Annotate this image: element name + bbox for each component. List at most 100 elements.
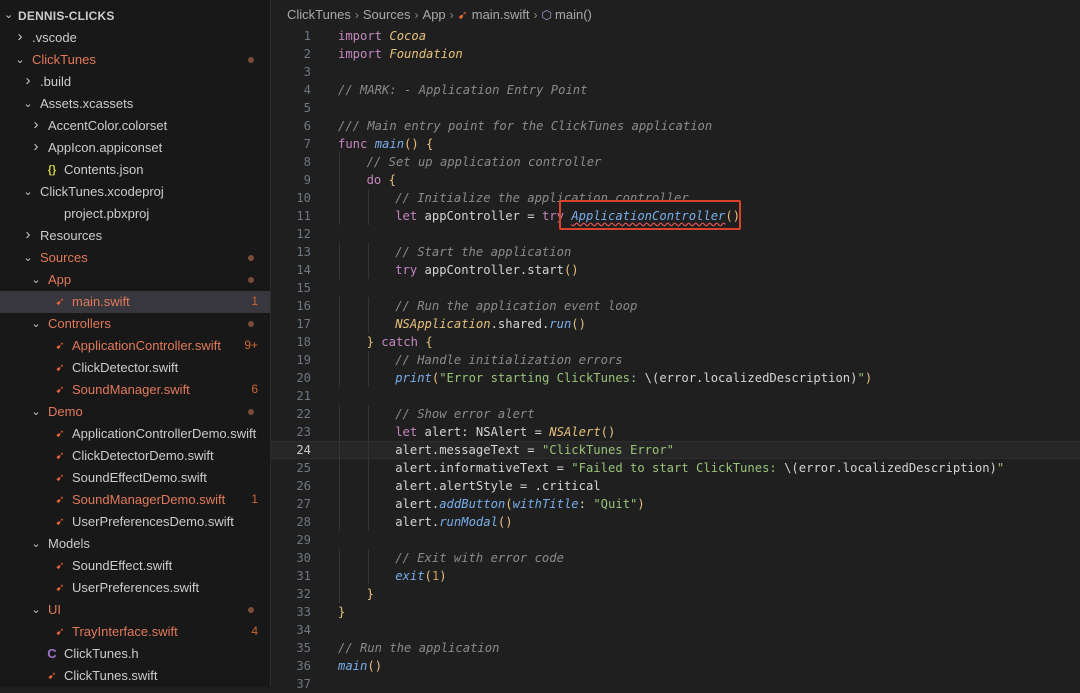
tree-item[interactable]: ➹ SoundEffectDemo.swift [0, 467, 270, 489]
tree-item[interactable]: › AppIcon.appiconset [0, 137, 270, 159]
tree-item[interactable]: ➹ ApplicationControllerDemo.swift [0, 423, 270, 445]
indent-guide [367, 315, 369, 333]
tree-item[interactable]: ➹ TrayInterface.swift 4 [0, 621, 270, 643]
tree-item[interactable]: › .vscode [0, 27, 270, 49]
code-line[interactable]: 6 /// Main entry point for the ClickTunes… [271, 117, 1080, 135]
code-text: main() [338, 659, 383, 673]
code-line[interactable]: 5 [271, 99, 1080, 117]
line-number: 21 [296, 389, 311, 403]
tree-item[interactable]: ⌄ ClickTunes [0, 49, 270, 71]
tree-item[interactable]: ➹ UserPreferencesDemo.swift [0, 511, 270, 533]
breadcrumb-item[interactable]: App [423, 7, 446, 22]
indent-guide [339, 153, 340, 171]
code-line[interactable]: 17 NSApplication.shared.run() [271, 315, 1080, 333]
chevron-right-icon[interactable]: › [30, 138, 42, 155]
chevron-right-icon[interactable]: › [14, 28, 26, 45]
tree-item[interactable]: ➹ SoundEffect.swift [0, 555, 270, 577]
tree-item[interactable]: {} Contents.json [0, 159, 270, 181]
chevron-down-icon[interactable]: ⌄ [30, 273, 42, 286]
code-line[interactable]: 23 let alert: NSAlert = NSAlert() [271, 423, 1080, 441]
code-line[interactable]: 32} [271, 585, 1080, 603]
tree-item[interactable]: ⌄ Controllers [0, 313, 270, 335]
tree-item[interactable]: ⌄ ClickTunes.xcodeproj [0, 181, 270, 203]
tree-item[interactable]: ➹ ClickTunes.swift [0, 665, 270, 687]
code-line[interactable]: 16 // Run the application event loop [271, 297, 1080, 315]
indent-guide [367, 567, 369, 585]
tree-item-label: Controllers [48, 316, 111, 331]
code-line[interactable]: 7 func main() { [271, 135, 1080, 153]
code-editor[interactable]: ClickTunes › Sources › App › ➹ main.swift › ⬡ main… [271, 0, 1080, 691]
chevron-down-icon[interactable]: ⌄ [22, 185, 34, 198]
line-number: 14 [296, 263, 311, 277]
tree-item[interactable]: ➹ main.swift 1 [0, 291, 270, 313]
tree-item[interactable]: ➹ ApplicationController.swift 9+ [0, 335, 270, 357]
breadcrumb-item[interactable]: ClickTunes [287, 7, 351, 22]
code-line[interactable]: 3 [271, 63, 1080, 81]
tree-item[interactable]: ⌄ App [0, 269, 270, 291]
tree-item[interactable]: › AccentColor.colorset [0, 115, 270, 137]
code-line[interactable]: 9 do { [271, 171, 1080, 189]
code-line[interactable]: 35 // Run the application [271, 639, 1080, 657]
code-line[interactable]: 18} catch { [271, 333, 1080, 351]
code-line[interactable]: 13 // Start the application [271, 243, 1080, 261]
explorer-header[interactable]: ⌄ DENNIS-CLICKS [0, 5, 270, 27]
chevron-right-icon[interactable]: › [22, 72, 34, 89]
breadcrumb-item[interactable]: Sources [363, 7, 411, 22]
code-line[interactable]: 20 print("Error starting ClickTunes: \(er… [271, 369, 1080, 387]
chevron-down-icon[interactable]: ⌄ [22, 251, 34, 264]
swift-file-icon: ➹ [55, 296, 65, 308]
chevron-down-icon[interactable]: ⌄ [30, 317, 42, 330]
tree-item[interactable]: ➹ ClickDetectorDemo.swift [0, 445, 270, 467]
code-line[interactable]: 30 // Exit with error code [271, 549, 1080, 567]
tree-item[interactable]: ⌄ Demo [0, 401, 270, 423]
swift-file-icon: ➹ [55, 340, 65, 352]
chevron-right-icon[interactable]: › [22, 226, 34, 243]
tree-item[interactable]: ⌄ Sources [0, 247, 270, 269]
code-line[interactable]: 19 // Handle initialization errors [271, 351, 1080, 369]
code-line[interactable]: 2 import Foundation [271, 45, 1080, 63]
tree-item[interactable]: ⌄ Models [0, 533, 270, 555]
code-line[interactable]: 28 alert.runModal() [271, 513, 1080, 531]
chevron-down-icon[interactable]: ⌄ [22, 97, 34, 110]
chevron-down-icon[interactable]: ⌄ [30, 603, 42, 616]
problem-count-badge: 1 [251, 492, 258, 506]
indent-guide [367, 261, 369, 279]
code-line[interactable]: 21 [271, 387, 1080, 405]
code-line[interactable]: 22 // Show error alert [271, 405, 1080, 423]
code-line[interactable]: 34 [271, 621, 1080, 639]
code-line[interactable]: 24 alert.messageText = "ClickTunes Error" [271, 441, 1080, 460]
tree-item[interactable]: ➹ SoundManager.swift 6 [0, 379, 270, 401]
tree-item[interactable]: ⌄ UI [0, 599, 270, 621]
code-line[interactable]: 14 try appController.start() [271, 261, 1080, 279]
tree-item[interactable]: › Resources [0, 225, 270, 247]
code-line[interactable]: 27 alert.addButton(withTitle: "Quit") [271, 495, 1080, 513]
code-line[interactable]: 25 alert.informativeText = "Failed to sta… [271, 459, 1080, 477]
breadcrumb-item[interactable]: main() [555, 7, 592, 22]
tree-item-label: main.swift [72, 294, 130, 309]
chevron-right-icon[interactable]: › [30, 116, 42, 133]
code-line[interactable]: 36 main() [271, 657, 1080, 675]
tree-item[interactable]: ➹ UserPreferences.swift [0, 577, 270, 599]
code-line[interactable]: 1 import Cocoa [271, 27, 1080, 45]
tree-item[interactable]: C ClickTunes.h [0, 643, 270, 665]
breadcrumb-item[interactable]: main.swift [472, 7, 530, 22]
chevron-down-icon[interactable]: ⌄ [30, 405, 42, 418]
chevron-down-icon[interactable]: ⌄ [14, 53, 26, 66]
code-line[interactable]: 15 [271, 279, 1080, 297]
tree-item[interactable]: ➹ ClickDetector.swift [0, 357, 270, 379]
code-line[interactable]: 29 [271, 531, 1080, 549]
code-line[interactable]: 31 exit(1) [271, 567, 1080, 585]
chevron-down-icon[interactable]: ⌄ [30, 537, 42, 550]
tree-item[interactable]: ➹ SoundManagerDemo.swift 1 [0, 489, 270, 511]
tree-item[interactable]: › .build [0, 71, 270, 93]
indent-guide [339, 405, 340, 423]
tree-item[interactable]: ⌄ Assets.xcassets [0, 93, 270, 115]
indent-guide [339, 567, 340, 585]
code-line[interactable]: 4 // MARK: - Application Entry Point [271, 81, 1080, 99]
code-text: exit(1) [395, 569, 447, 583]
code-line[interactable]: 26 alert.alertStyle = .critical [271, 477, 1080, 495]
code-line[interactable]: 8 // Set up application controller [271, 153, 1080, 171]
code-line[interactable]: 33} [271, 603, 1080, 621]
tree-item[interactable]: project.pbxproj [0, 203, 270, 225]
code-line[interactable]: 37 [271, 675, 1080, 693]
